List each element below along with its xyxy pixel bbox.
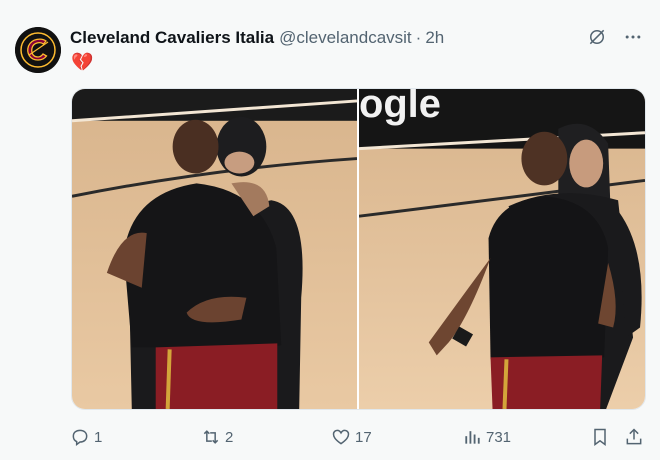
retweet-button[interactable]: 2	[201, 424, 233, 450]
tweet-text: 💔	[71, 52, 94, 72]
like-button[interactable]: 17	[331, 424, 372, 450]
photo-right[interactable]: ogle	[359, 89, 645, 409]
reply-icon	[72, 429, 88, 446]
timestamp[interactable]: 2h	[425, 28, 444, 48]
photo-left[interactable]	[72, 89, 357, 409]
author-handle[interactable]: @clevelandcavsit	[279, 28, 412, 48]
heart-icon	[332, 429, 350, 445]
cavaliers-c-logo-icon	[15, 27, 61, 73]
tweet-card[interactable]: Cleveland Cavaliers Italia @clevelandcav…	[0, 0, 660, 460]
more-options-icon[interactable]	[622, 26, 644, 48]
separator-dot: ·	[415, 28, 422, 47]
action-bar: 1 2 17 731	[70, 424, 650, 450]
court-sign-text: ogle	[359, 89, 441, 126]
players-talk-image: ogle	[359, 89, 645, 409]
header-actions	[586, 26, 644, 48]
share-button[interactable]	[624, 424, 644, 450]
tweet-header: Cleveland Cavaliers Italia @clevelandcav…	[70, 27, 444, 49]
reply-count: 1	[94, 428, 103, 446]
retweet-count: 2	[225, 428, 234, 446]
bookmark-button[interactable]	[590, 424, 610, 450]
grok-icon[interactable]	[586, 26, 608, 48]
views-icon	[465, 431, 480, 444]
reply-button[interactable]: 1	[70, 424, 102, 450]
avatar[interactable]	[15, 27, 61, 73]
like-count: 17	[355, 428, 372, 446]
views-button[interactable]: 731	[462, 424, 511, 450]
share-icon	[626, 428, 642, 445]
bookmark-icon	[594, 428, 606, 446]
view-count: 731	[486, 428, 512, 446]
author-name[interactable]: Cleveland Cavaliers Italia	[70, 28, 274, 48]
media-grid: ogle	[71, 88, 646, 410]
retweet-icon	[203, 430, 219, 444]
players-hug-image	[72, 89, 357, 409]
